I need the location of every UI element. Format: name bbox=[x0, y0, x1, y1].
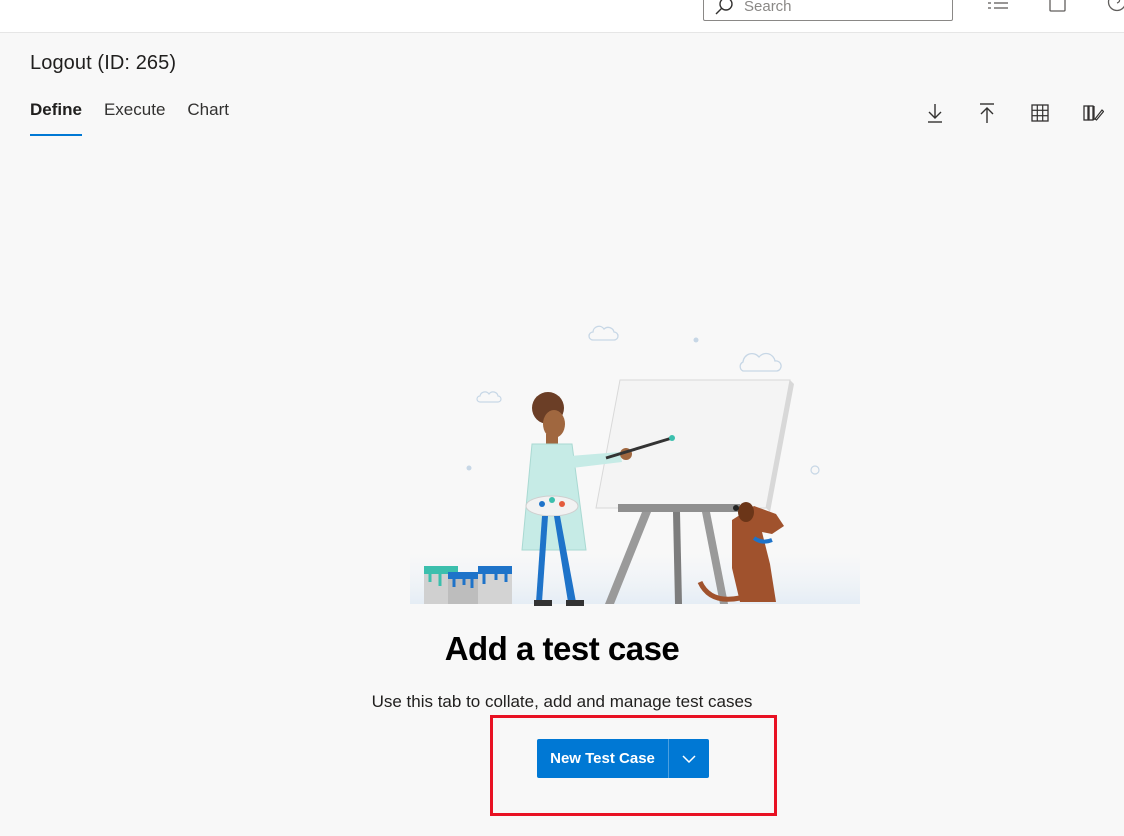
empty-state-title: Add a test case bbox=[444, 630, 680, 667]
tab-define[interactable]: Define bbox=[30, 100, 82, 136]
list-icon[interactable] bbox=[987, 0, 1009, 12]
tab-chart[interactable]: Chart bbox=[187, 100, 229, 136]
page-title: Logout (ID: 265) bbox=[30, 52, 177, 74]
upload-icon[interactable] bbox=[976, 102, 998, 124]
tab-execute[interactable]: Execute bbox=[104, 100, 165, 136]
top-bar bbox=[0, 0, 1124, 33]
new-test-case-split-button: New Test Case bbox=[537, 739, 709, 778]
column-options-icon[interactable] bbox=[1082, 102, 1104, 124]
search-box[interactable] bbox=[703, 0, 953, 21]
search-icon bbox=[715, 0, 733, 14]
chevron-down-icon bbox=[682, 754, 696, 763]
help-icon[interactable] bbox=[1106, 0, 1124, 12]
empty-state-subtitle: Use this tab to collate, add and manage … bbox=[371, 692, 753, 711]
grid-icon[interactable] bbox=[1029, 102, 1051, 124]
clipboard-icon[interactable] bbox=[1047, 0, 1069, 12]
new-test-case-dropdown-button[interactable] bbox=[669, 739, 709, 778]
search-input[interactable] bbox=[744, 0, 924, 20]
new-test-case-button[interactable]: New Test Case bbox=[537, 739, 668, 778]
download-icon[interactable] bbox=[924, 102, 946, 124]
painter-illustration bbox=[410, 325, 860, 606]
tab-bar: Define Execute Chart bbox=[30, 100, 251, 136]
